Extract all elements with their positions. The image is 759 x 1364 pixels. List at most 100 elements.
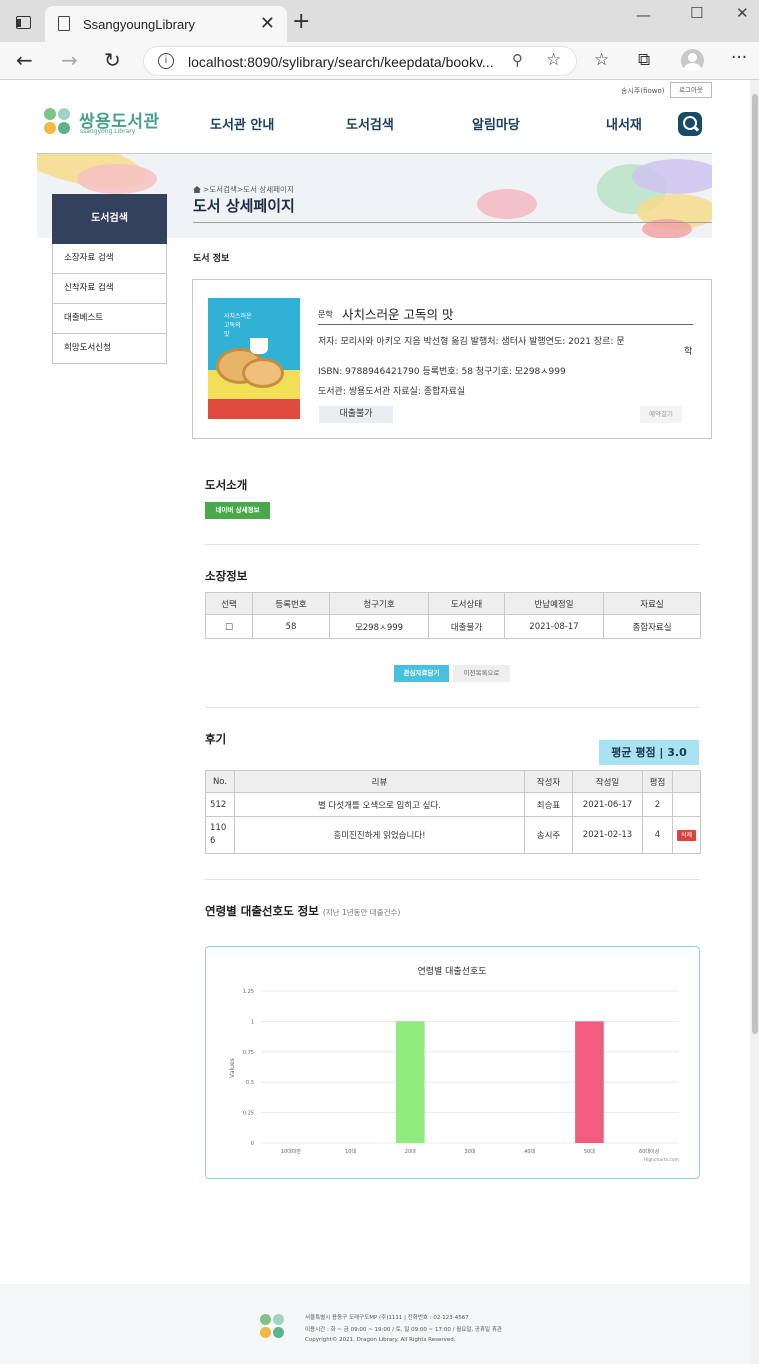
new-tab-button[interactable]: + bbox=[292, 9, 310, 34]
col-header: 리뷰 bbox=[234, 770, 525, 793]
col-header: 평점 bbox=[642, 770, 673, 793]
chart-bar[interactable] bbox=[575, 1021, 604, 1143]
chart-y-tick-label: 0.75 bbox=[243, 1050, 254, 1056]
forward-icon[interactable]: → bbox=[61, 48, 78, 72]
breadcrumb-text: >도서검색>도서 상세페이지 bbox=[203, 185, 294, 194]
window-close-icon[interactable]: ✕ bbox=[736, 4, 749, 22]
review-author: 최승표 bbox=[524, 792, 573, 817]
book-info-label: 도서 정보 bbox=[193, 254, 230, 264]
footer-logo bbox=[260, 1314, 286, 1340]
home-icon[interactable] bbox=[193, 186, 201, 193]
browser-tab[interactable]: SsangyoungLibrary ✕ bbox=[45, 6, 287, 42]
book-cover-image: 사치스러운 고독의 맛 bbox=[208, 298, 300, 419]
chart-y-tick-label: 0.5 bbox=[246, 1080, 254, 1086]
delete-review-button[interactable]: 삭제 bbox=[677, 829, 696, 841]
gnb-notice[interactable]: 알림마당 bbox=[472, 114, 520, 133]
chart-credit[interactable]: Highcharts.com bbox=[644, 1157, 679, 1163]
footer-address: 서울특별시 용동구 도래구도MP (주)1111 | 전화번호 : 02-123… bbox=[305, 1315, 469, 1321]
book-info-card: 사치스러운 고독의 맛 문학 사치스러운 고독의 맛 저자: 모리사와 아키오 … bbox=[192, 279, 712, 439]
logout-button[interactable]: 로그아웃 bbox=[670, 82, 712, 98]
decor-cloud bbox=[477, 189, 537, 219]
table-cell: 대출불가 bbox=[428, 614, 505, 639]
age-preference-heading: 연령별 대출선호도 정보 (지난 1년동안 대출건수) bbox=[205, 903, 400, 919]
col-header: 반납예정일 bbox=[504, 592, 604, 615]
gnb-my-library[interactable]: 내서재 bbox=[606, 114, 642, 133]
gnb-book-search[interactable]: 도서검색 bbox=[346, 114, 394, 133]
url-text[interactable]: localhost:8090/sylibrary/search/keepdata… bbox=[188, 54, 494, 70]
collections-icon[interactable]: ⧉ bbox=[638, 50, 650, 70]
web-page: 송시주(fiowo) 로그아웃 쌍용도서관 ssangyong Library … bbox=[0, 80, 750, 1364]
side-nav-best-loans[interactable]: 대출베스트 bbox=[52, 304, 167, 334]
decor-cloud bbox=[632, 159, 712, 194]
maximize-icon[interactable]: ☐ bbox=[690, 4, 703, 22]
review-score: 4 bbox=[642, 816, 673, 854]
logo-dot bbox=[273, 1314, 284, 1325]
logo-dot bbox=[44, 122, 56, 134]
review-date: 2021-06-17 bbox=[572, 792, 643, 817]
col-header: 작성자 bbox=[524, 770, 573, 793]
book-title: 사치스러운 고독의 맛 bbox=[342, 307, 454, 322]
logo-dot bbox=[273, 1327, 284, 1338]
book-title-underline bbox=[318, 324, 693, 325]
site-info-icon[interactable]: i bbox=[158, 53, 174, 69]
naver-detail-button[interactable]: 네이버 상세정보 bbox=[205, 502, 270, 519]
book-isbn-callno: ISBN: 9788946421790 등록번호: 58 청구기호: 모298ㅅ… bbox=[318, 367, 566, 377]
add-favorite-icon[interactable]: ☆ bbox=[546, 50, 561, 70]
title-divider bbox=[193, 222, 712, 223]
book-library-room: 도서관: 쌍용도서관 자료실: 종합자료실 bbox=[318, 387, 466, 397]
chart-y-tick-label: 1.25 bbox=[243, 989, 254, 995]
col-header: 선택 bbox=[205, 592, 253, 615]
col-header: 작성일 bbox=[572, 770, 643, 793]
close-tab-icon[interactable]: ✕ bbox=[260, 13, 275, 34]
reserve-button[interactable]: 예약걸기 bbox=[640, 406, 682, 423]
footer-copyright: Copyright© 2021. Dragon Library. All Rig… bbox=[305, 1337, 456, 1343]
holdings-heading: 소장정보 bbox=[205, 569, 248, 583]
back-to-list-button[interactable]: 이전목록으로 bbox=[453, 665, 510, 682]
tab-title: SsangyoungLibrary bbox=[83, 17, 196, 32]
side-nav-holdings-search[interactable]: 소장자료 검색 bbox=[52, 244, 167, 274]
tab-actions-icon[interactable] bbox=[16, 16, 31, 29]
review-action: 삭제 bbox=[672, 816, 701, 854]
page-title: 도서 상세페이지 bbox=[193, 197, 295, 215]
review-no: 512 bbox=[205, 792, 235, 817]
profile-avatar[interactable] bbox=[681, 49, 704, 72]
scrollbar-thumb[interactable] bbox=[752, 94, 758, 1034]
address-bar[interactable]: i localhost:8090/sylibrary/search/keepda… bbox=[143, 46, 577, 76]
more-menu-icon[interactable]: ··· bbox=[731, 48, 747, 68]
page-icon bbox=[58, 16, 70, 31]
age-heading-sub: (지난 1년동안 대출건수) bbox=[322, 908, 401, 917]
table-row: 512 별 다섯개를 오색으로 입히고 싶다. 최승표 2021-06-17 2 bbox=[205, 792, 701, 817]
col-header: 등록번호 bbox=[252, 592, 330, 615]
select-checkbox[interactable]: □ bbox=[205, 614, 253, 639]
review-action bbox=[672, 792, 701, 817]
search-icon[interactable] bbox=[678, 112, 702, 136]
col-header: 자료실 bbox=[603, 592, 701, 615]
review-text: 흥미진진하게 읽었습니다! bbox=[234, 816, 525, 854]
book-author-publisher: 저자: 모리사와 아키오 지음 박선형 옮김 발행처: 샘터사 발행연도: 20… bbox=[318, 337, 625, 347]
col-header: 청구기호 bbox=[329, 592, 429, 615]
logo-subtext: ssangyong Library bbox=[80, 128, 136, 135]
book-genre-wrap: 학 bbox=[684, 347, 693, 357]
loan-unavailable-button[interactable]: 대출불가 bbox=[319, 406, 393, 423]
gnb-library-info[interactable]: 도서관 안내 bbox=[210, 114, 274, 133]
zoom-icon[interactable]: ⚲ bbox=[512, 51, 523, 69]
library-logo[interactable]: 쌍용도서관 ssangyong Library bbox=[42, 106, 162, 138]
col-header: No. bbox=[205, 770, 235, 793]
reviews-heading: 후기 bbox=[205, 732, 227, 746]
back-icon[interactable]: ← bbox=[16, 48, 33, 72]
chart-x-tick-label: 10대 bbox=[345, 1148, 356, 1155]
add-to-wishlist-button[interactable]: 관심자료담기 bbox=[394, 665, 449, 682]
side-nav-book-request[interactable]: 희망도서신청 bbox=[52, 334, 167, 364]
section-divider bbox=[205, 544, 700, 545]
book-genre: 문학 bbox=[318, 310, 333, 319]
side-nav-new-arrivals[interactable]: 신착자료 검색 bbox=[52, 274, 167, 304]
chart-bar[interactable] bbox=[395, 1021, 425, 1143]
section-divider bbox=[205, 707, 700, 708]
favorites-icon[interactable]: ☆ bbox=[594, 50, 609, 70]
refresh-icon[interactable]: ↻ bbox=[104, 48, 121, 72]
review-date: 2021-02-13 bbox=[572, 816, 643, 854]
side-nav-title: 도서검색 bbox=[52, 194, 167, 244]
footer-hours: 이용시간 : 화 ~ 금 09:00 ~ 19:00 / 토, 일 09:00 … bbox=[305, 1327, 502, 1333]
breadcrumb: >도서검색>도서 상세페이지 bbox=[193, 184, 294, 195]
minimize-icon[interactable]: — bbox=[636, 6, 651, 24]
